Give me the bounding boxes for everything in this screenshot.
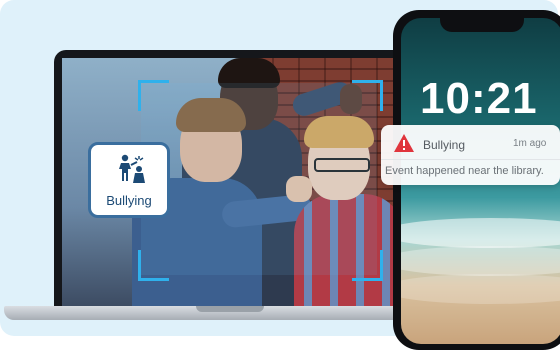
detection-bracket-top-left xyxy=(138,80,169,111)
detection-bracket-bottom-left xyxy=(138,250,169,281)
laptop-notch xyxy=(196,306,264,312)
notification-body: Event happened near the library. xyxy=(385,165,544,177)
phone-notch xyxy=(440,18,524,32)
warning-triangle-icon xyxy=(394,134,414,152)
notification-divider xyxy=(381,159,560,160)
wave xyxy=(401,218,560,248)
notification-title: Bullying xyxy=(423,138,466,152)
wave xyxy=(401,274,560,304)
detection-bracket-bottom-right xyxy=(352,250,383,281)
bullying-person-icon xyxy=(119,154,145,183)
detection-area xyxy=(141,83,377,275)
lock-screen-clock: 10:21 xyxy=(420,74,538,123)
wave xyxy=(401,246,560,276)
detection-tag: Bullying xyxy=(88,142,170,218)
alert-notification[interactable]: Bullying 1m ago Event happened near the … xyxy=(381,125,560,185)
detection-bracket-top-right xyxy=(352,80,383,111)
notification-time: 1m ago xyxy=(513,138,547,149)
detection-tag-label: Bullying xyxy=(106,193,152,208)
